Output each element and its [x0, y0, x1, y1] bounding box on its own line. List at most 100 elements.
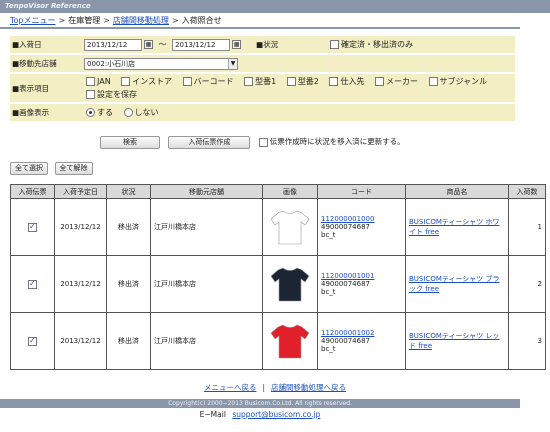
table-row: 2013/12/12 移出済 江戸川橋本店 112000001000 49000…	[10, 198, 546, 256]
product-image	[262, 198, 318, 256]
contact-email: E−Mail support@busicom.co.jp	[0, 410, 520, 419]
status-checkbox[interactable]	[330, 40, 339, 49]
row-product-link[interactable]: BUSICOMティーシャツ レッド free	[409, 332, 500, 350]
row-date: 2013/12/12	[54, 312, 107, 370]
app-title: TenpoVisor Reference	[5, 2, 91, 10]
update-status-label: 伝票作成時に状況を移入済に更新する。	[269, 137, 405, 146]
row-code-suffix: bc_t	[321, 345, 336, 353]
row-origin: 江戸川橋本店	[150, 312, 263, 370]
col-code: コード	[317, 184, 406, 199]
breadcrumb-separator: >	[103, 16, 110, 25]
row-select-checkbox[interactable]	[28, 222, 37, 232]
action-bar: 検索 入荷伝票作成 伝票作成時に状況を移入済に更新する。	[100, 136, 405, 149]
tshirt-icon	[270, 324, 310, 359]
status-option-label: 確定済・移出済のみ	[341, 40, 413, 49]
row-select-checkbox[interactable]	[28, 279, 37, 289]
row-origin: 江戸川橋本店	[150, 255, 263, 313]
copyright-bar: Copyright(c) 2000−2013 Busicom.Co.Ltd. A…	[0, 399, 520, 408]
row-status: 移出済	[106, 198, 151, 256]
breadcrumb-separator: >	[171, 16, 179, 25]
row-date: 2013/12/12	[54, 255, 107, 313]
tshirt-icon	[270, 210, 310, 245]
dest-store-select[interactable]: 0002:小石川店 ▼	[84, 57, 238, 70]
row-code-link[interactable]: 112000001002	[321, 329, 374, 337]
bulk-actions: 全て選択 全て解除	[10, 162, 93, 175]
display-option-jan[interactable]: JAN	[84, 77, 111, 86]
col-date: 入荷予定日	[54, 184, 107, 199]
save-setting-option[interactable]: 設定を保存	[84, 90, 137, 99]
checkbox[interactable]	[244, 77, 254, 86]
row-status: 移出済	[106, 255, 151, 313]
col-qty: 入荷数	[508, 184, 546, 199]
row-code-suffix: bc_t	[321, 231, 336, 239]
row-origin: 江戸川橋本店	[150, 198, 263, 256]
search-button[interactable]: 検索	[100, 136, 160, 149]
transfer-table: 入荷伝票 入荷予定日 状況 移動元店舗 画像 コード 商品名 入荷数 2013/…	[10, 184, 546, 370]
row-status: 移出済	[106, 312, 151, 370]
breadcrumb: Topメニュー > 在庫管理 > 店舗間移動処理 > 入荷照合せ	[10, 15, 222, 27]
email-label: E−Mail	[199, 410, 226, 419]
image-display-no-radio[interactable]	[123, 108, 133, 117]
calendar-icon[interactable]: ▦	[144, 40, 153, 49]
row-code-link[interactable]: 112000001001	[321, 272, 374, 280]
display-option-barcode[interactable]: バーコード	[181, 77, 234, 86]
display-option-maker[interactable]: メーカー	[373, 77, 418, 86]
date-from-input[interactable]: 2013/12/12	[84, 38, 142, 51]
tshirt-icon	[270, 267, 310, 302]
footer-separator: |	[262, 383, 266, 392]
row-qty: 3	[508, 312, 546, 370]
display-items-label: ■表示項目	[10, 73, 84, 104]
checkbox[interactable]	[121, 77, 131, 86]
checkbox[interactable]	[375, 77, 384, 86]
row-code: 112000001000 49000074687 bc_t	[317, 198, 406, 256]
row-date: 2013/12/12	[54, 198, 107, 256]
date-to-input[interactable]: 2013/12/12	[172, 38, 231, 51]
clear-all-button[interactable]: 全て解除	[54, 162, 93, 175]
back-to-menu-link[interactable]: メニューへ戻る	[204, 383, 257, 392]
footer-links: メニューへ戻る | 店舗間移動処理へ戻る	[0, 382, 550, 393]
row-qty: 2	[508, 255, 546, 313]
breadcrumb-current: 入荷照合せ	[181, 16, 222, 25]
update-status-checkbox[interactable]	[258, 137, 268, 147]
display-option-subgenre[interactable]: サブジャンル	[427, 77, 487, 86]
email-link[interactable]: support@busicom.co.jp	[232, 410, 320, 419]
breadcrumb-top-link[interactable]: Topメニュー	[10, 16, 56, 25]
table-row: 2013/12/12 移出済 江戸川橋本店 112000001002 49000…	[10, 312, 546, 370]
breadcrumb-separator: >	[58, 16, 66, 25]
row-qty: 1	[508, 198, 546, 256]
row-product-link[interactable]: BUSICOMティーシャツ ホワイト free	[409, 218, 500, 236]
checkbox[interactable]	[286, 77, 296, 86]
back-to-transfer-link[interactable]: 店舗間移動処理へ戻る	[271, 383, 346, 392]
row-code-link[interactable]: 112000001000	[321, 215, 374, 223]
app-title-bar: TenpoVisor Reference	[0, 0, 550, 13]
row-select-checkbox[interactable]	[28, 336, 37, 346]
chevron-down-icon: ▼	[228, 58, 237, 69]
checkbox[interactable]	[329, 77, 339, 86]
row-code: 112000001002 49000074687 bc_t	[317, 312, 406, 370]
create-slip-button[interactable]: 入荷伝票作成	[168, 136, 251, 149]
display-option-supplier[interactable]: 仕入先	[327, 77, 364, 86]
checkbox[interactable]	[86, 77, 95, 86]
checkbox[interactable]	[86, 90, 95, 99]
status-label: ■状況	[254, 36, 328, 55]
image-display-no-label: しない	[134, 108, 159, 117]
checkbox[interactable]	[182, 77, 192, 86]
select-all-button[interactable]: 全て選択	[10, 162, 48, 175]
image-display-yes-label: する	[97, 108, 113, 117]
display-option-instore[interactable]: インストア	[119, 77, 172, 86]
row-barcode: 49000074687	[321, 337, 370, 345]
display-option-model1[interactable]: 型番1	[242, 77, 276, 86]
image-display-label: ■画像表示	[10, 103, 84, 123]
col-name: 商品名	[405, 184, 509, 199]
col-slip: 入荷伝票	[10, 184, 55, 199]
checkbox[interactable]	[428, 77, 438, 86]
product-image	[262, 255, 318, 313]
display-option-model2[interactable]: 型番2	[285, 77, 319, 86]
breadcrumb-transfer-link[interactable]: 店舗間移動処理	[113, 16, 169, 25]
calendar-icon[interactable]: ▦	[232, 40, 242, 49]
row-product-link[interactable]: BUSICOMティーシャツ ブラック free	[409, 275, 500, 293]
search-form: ■入荷日 2013/12/12 ▦ 〜 2013/12/12 ▦ ■状況 確定済・移…	[10, 36, 515, 123]
row-barcode: 49000074687	[321, 280, 370, 288]
image-display-yes-radio[interactable]	[86, 108, 95, 117]
date-label: ■入荷日	[10, 36, 84, 55]
